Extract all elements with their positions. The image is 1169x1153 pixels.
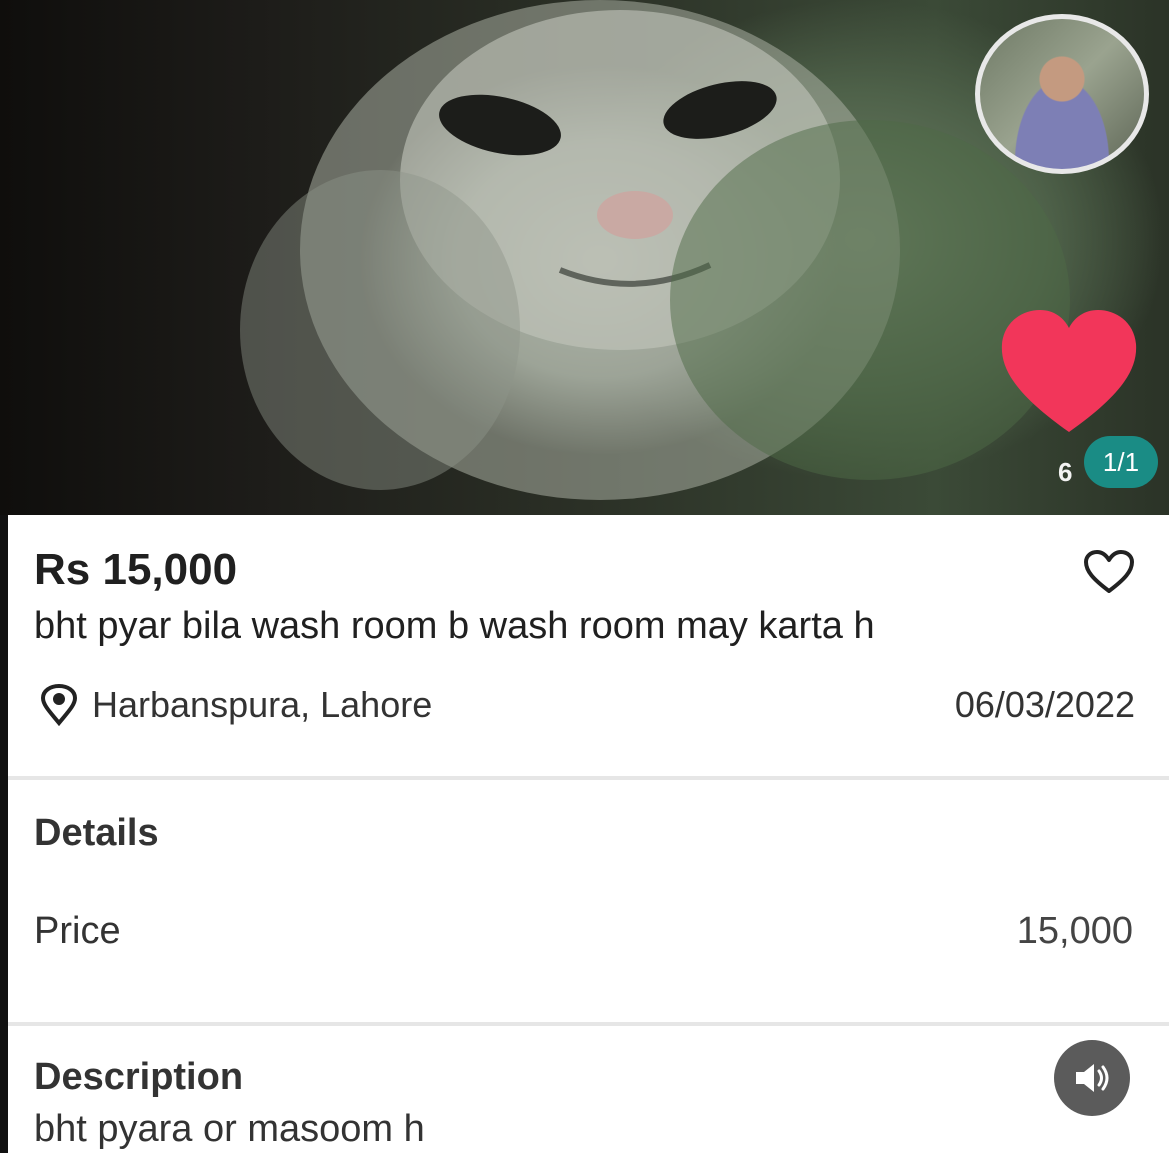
image-counter-badge: 1/1: [1084, 436, 1158, 488]
details-price-label: Price: [34, 910, 121, 952]
details-price-value: 15,000: [1016, 910, 1133, 952]
listing-photo[interactable]: 6 1/1: [0, 0, 1169, 515]
section-divider: [8, 1022, 1169, 1026]
heart-filled-icon[interactable]: [998, 308, 1140, 436]
seller-avatar[interactable]: [975, 14, 1149, 174]
section-divider: [8, 776, 1169, 780]
sound-button[interactable]: [1054, 1040, 1130, 1116]
heart-outline-icon[interactable]: [1083, 549, 1135, 595]
description-heading: Description: [34, 1056, 244, 1098]
listing-location: Harbanspura, Lahore: [92, 684, 433, 725]
listing-date: 06/03/2022: [954, 684, 1135, 725]
like-count: 6: [1058, 457, 1073, 487]
listing-price: Rs 15,000: [34, 545, 238, 594]
description-text: bht pyara or masoom h: [34, 1108, 425, 1150]
details-heading: Details: [34, 812, 159, 854]
location-pin-icon: [40, 684, 78, 726]
listing-title: bht pyar bila wash room b wash room may …: [34, 605, 875, 647]
speaker-icon: [1076, 1064, 1109, 1092]
left-frame-edge: [0, 515, 8, 1153]
